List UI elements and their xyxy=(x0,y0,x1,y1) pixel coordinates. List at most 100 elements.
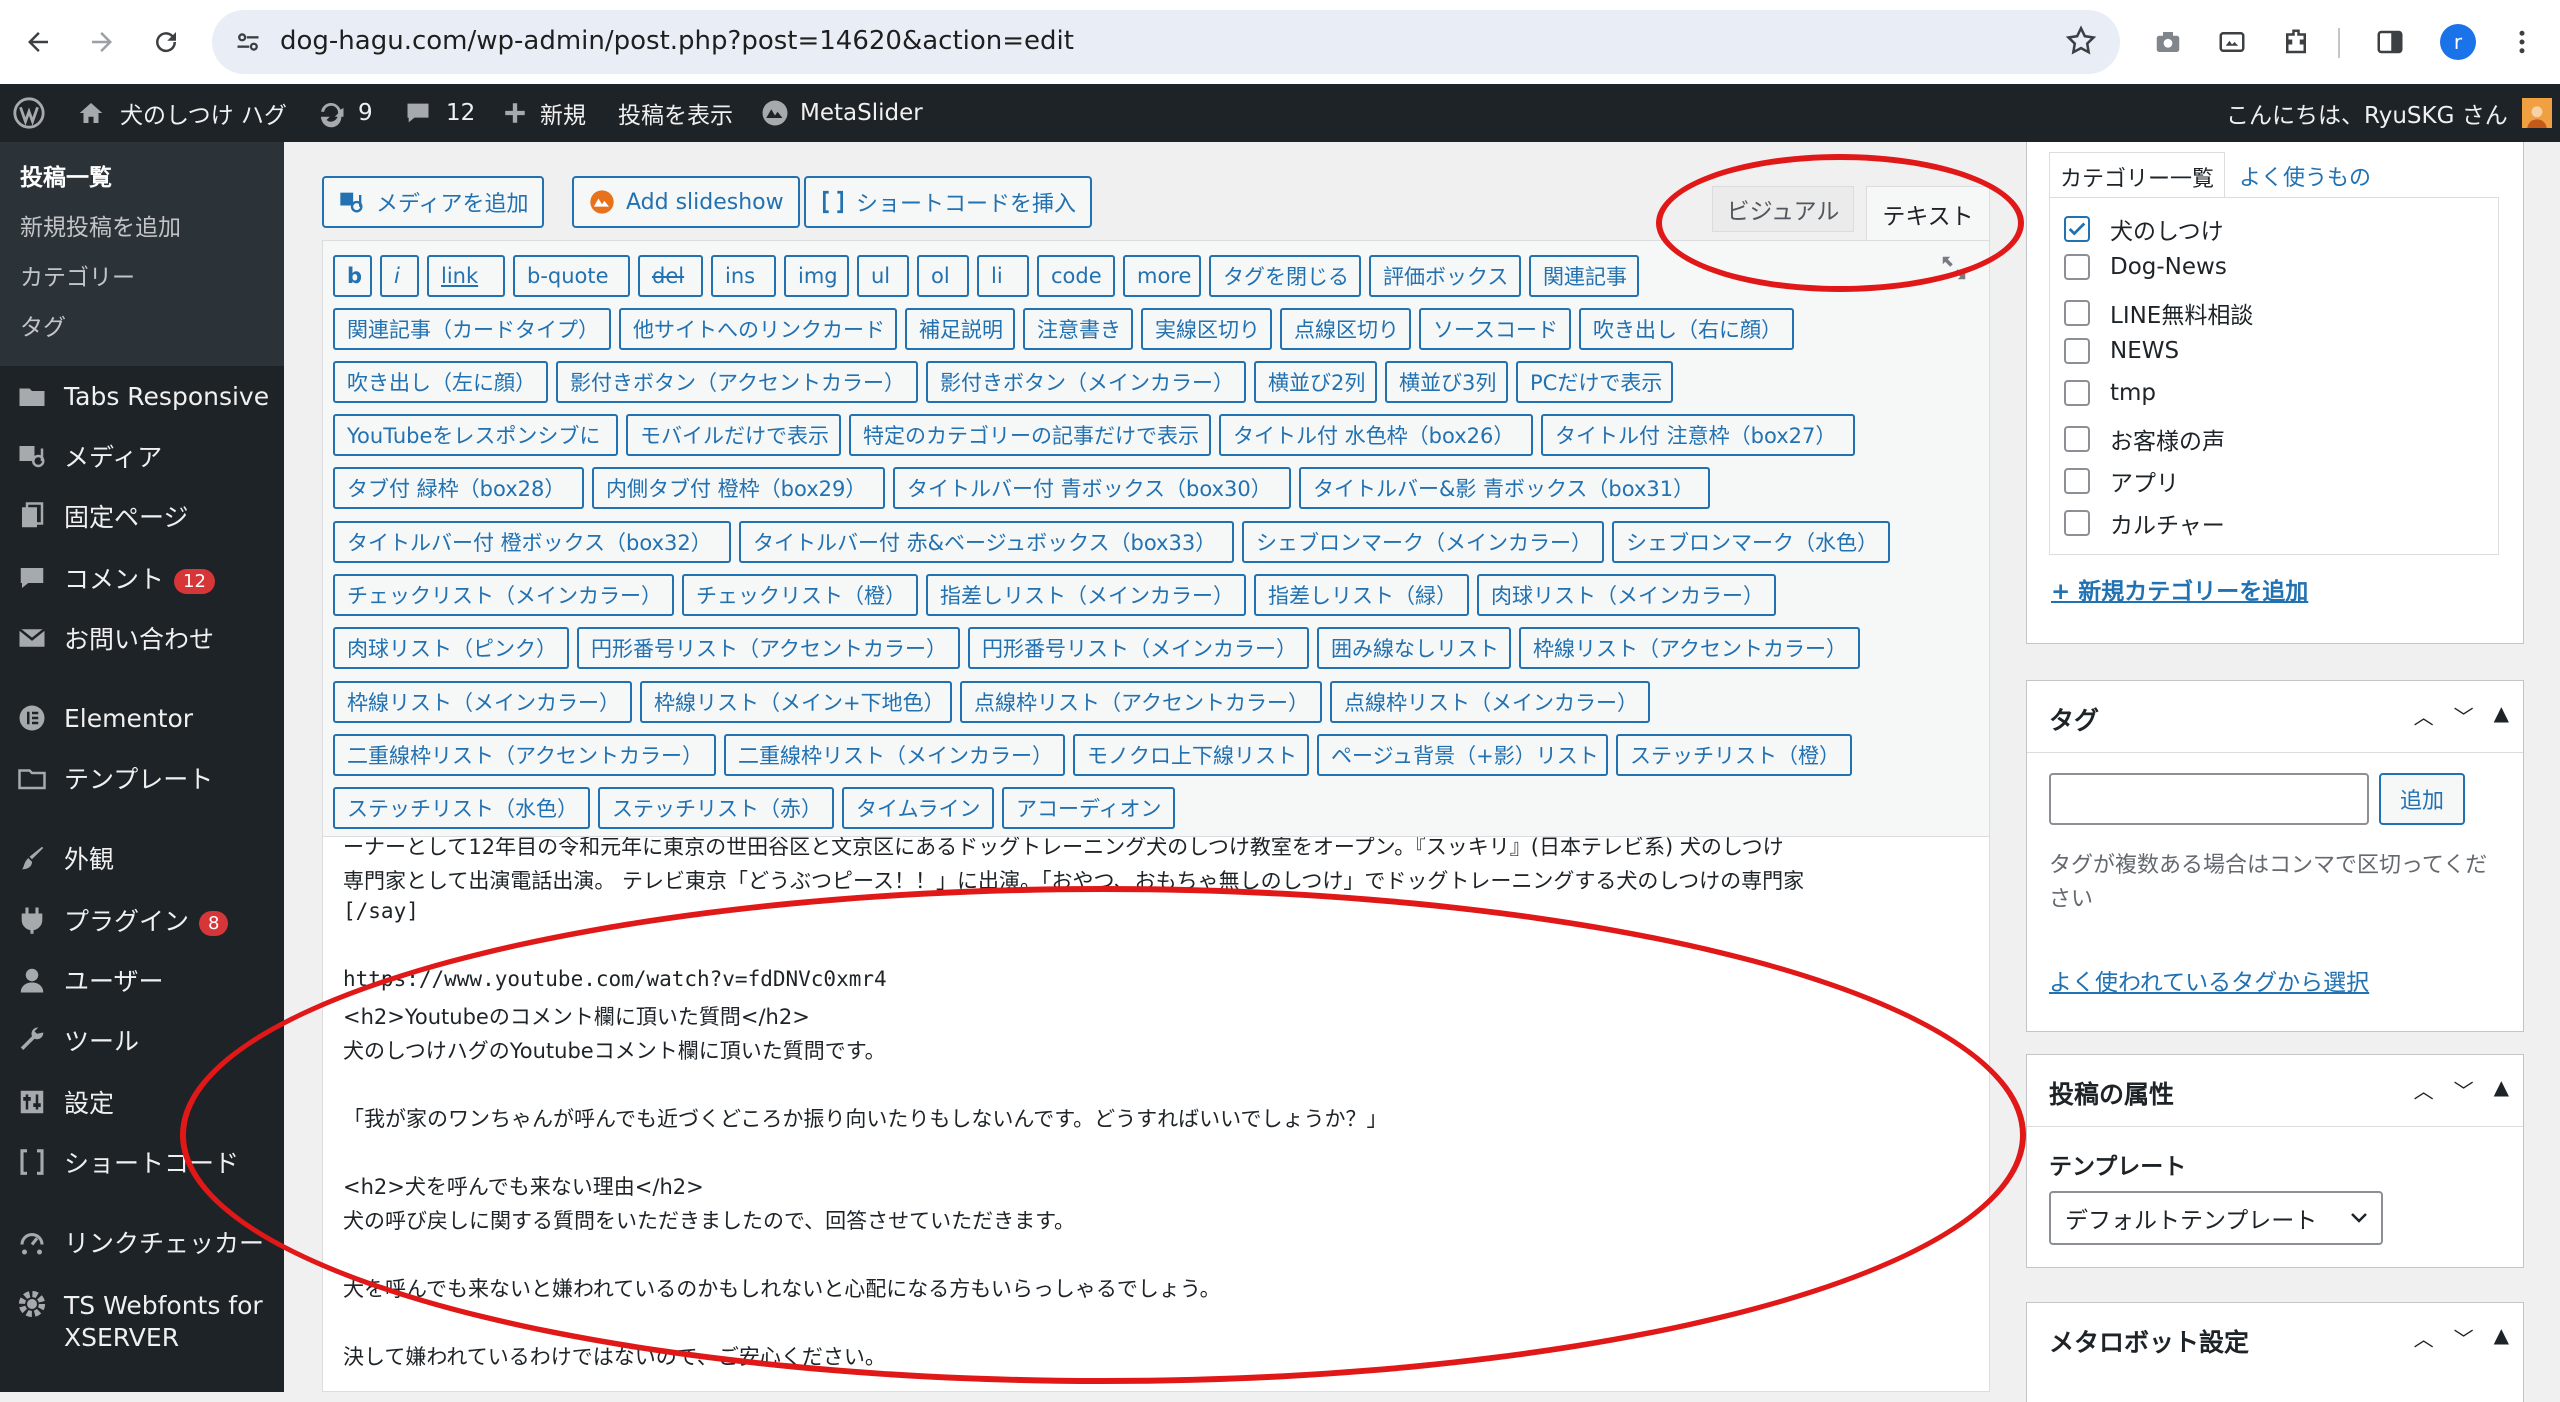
new-content-item[interactable]: 新規 xyxy=(502,84,586,142)
sidebar-item-contact[interactable]: お問い合わせ xyxy=(0,610,284,666)
category-item[interactable]: カルチャー xyxy=(2064,506,2225,540)
quicktag-button[interactable]: i xyxy=(380,255,419,297)
updates-item[interactable]: 9 xyxy=(316,84,373,142)
category-checkbox[interactable] xyxy=(2064,426,2090,452)
quicktag-button[interactable]: タグを閉じる xyxy=(1209,255,1361,297)
tab-all-categories[interactable]: カテゴリー一覧 xyxy=(2049,152,2226,198)
add-media-button[interactable]: メディアを追加 xyxy=(322,176,545,228)
quicktag-button[interactable]: 点線枠リスト（メインカラー） xyxy=(1330,681,1650,723)
quicktag-button[interactable]: 注意書き xyxy=(1023,308,1133,350)
quicktag-button[interactable]: 吹き出し（左に顔） xyxy=(333,361,548,403)
side-panel-icon[interactable] xyxy=(2368,20,2412,64)
quicktag-button[interactable]: b-quote xyxy=(513,255,630,297)
quicktag-button[interactable]: ol xyxy=(917,255,969,297)
quicktag-button[interactable]: チェックリスト（メインカラー） xyxy=(333,574,674,616)
site-info-icon[interactable] xyxy=(234,28,262,60)
add-tag-button[interactable]: 追加 xyxy=(2379,773,2465,825)
quicktag-button[interactable]: シェブロンマーク（水色） xyxy=(1612,521,1890,563)
quicktag-button[interactable]: タイムライン xyxy=(842,787,994,829)
quicktag-button[interactable]: 実線区切り xyxy=(1141,308,1272,350)
move-up-icon[interactable]: ︿ xyxy=(2414,1323,2434,1352)
quicktag-button[interactable]: ステッチリスト（橙） xyxy=(1616,734,1852,776)
quicktag-button[interactable]: タイトル付 水色枠（box26） xyxy=(1219,414,1533,456)
quicktag-button[interactable]: 評価ボックス xyxy=(1369,255,1521,297)
sidebar-item-link-checker[interactable]: リンクチェッカー xyxy=(0,1214,284,1270)
url-text[interactable]: dog-hagu.com/wp-admin/post.php?post=1462… xyxy=(280,26,1074,56)
quicktag-button[interactable]: タイトルバー付 橙ボックス（box32） xyxy=(333,521,731,563)
move-down-icon[interactable]: ﹀ xyxy=(2454,1323,2474,1352)
quicktag-button[interactable]: 指差しリスト（緑） xyxy=(1254,574,1469,616)
quicktag-button[interactable]: ページュ背景（+影）リスト xyxy=(1317,734,1608,776)
sidebar-item-media[interactable]: メディア xyxy=(0,428,284,484)
quicktag-button[interactable]: 補足説明 xyxy=(905,308,1015,350)
media-router-icon[interactable] xyxy=(2210,20,2254,64)
sidebar-item-pages[interactable]: 固定ページ xyxy=(0,488,284,544)
quicktag-button[interactable]: 横並び3列 xyxy=(1385,361,1508,403)
my-account-item[interactable]: こんにちは、RyuSKG さん xyxy=(2226,84,2552,142)
move-up-icon[interactable]: ︿ xyxy=(2414,701,2434,730)
quicktag-button[interactable]: アコーディオン xyxy=(1002,787,1175,829)
quicktag-button[interactable]: 円形番号リスト（メインカラー） xyxy=(968,627,1309,669)
category-item[interactable]: LINE無料相談 xyxy=(2064,296,2253,330)
metaslider-item[interactable]: MetaSlider xyxy=(760,84,923,142)
quicktag-button[interactable]: 関連記事 xyxy=(1529,255,1639,297)
quicktag-button[interactable]: 点線枠リスト（アクセントカラー） xyxy=(960,681,1322,723)
insert-shortcode-button[interactable]: ショートコードを挿入 xyxy=(804,176,1093,228)
quicktag-button[interactable]: link xyxy=(427,255,505,297)
tag-input[interactable] xyxy=(2049,773,2369,825)
sidebar-item-plugins[interactable]: プラグイン 8 xyxy=(0,892,284,948)
tab-text[interactable]: テキスト xyxy=(1866,186,1990,242)
category-item[interactable]: tmp xyxy=(2064,380,2156,406)
submenu-all-posts[interactable]: 投稿一覧 xyxy=(20,158,112,192)
profile-avatar[interactable]: r xyxy=(2440,24,2476,60)
fullscreen-icon[interactable] xyxy=(1939,253,1969,287)
toggle-panel-icon[interactable]: ▲ xyxy=(2494,701,2509,730)
site-name-item[interactable]: 犬のしつけ ハグ xyxy=(76,84,287,142)
submenu-tags[interactable]: タグ xyxy=(20,308,66,342)
category-checkbox[interactable] xyxy=(2064,216,2090,242)
category-item[interactable]: 犬のしつけ xyxy=(2064,212,2224,246)
quicktag-button[interactable]: 指差しリスト（メインカラー） xyxy=(926,574,1246,616)
add-slideshow-button[interactable]: Add slideshow xyxy=(572,176,800,228)
sidebar-item-ts-webfonts[interactable]: TS Webfonts for XSERVER xyxy=(0,1276,284,1360)
move-down-icon[interactable]: ﹀ xyxy=(2454,1075,2474,1104)
quicktag-button[interactable]: del xyxy=(638,255,703,297)
more-menu-icon[interactable] xyxy=(2500,20,2544,64)
quicktag-button[interactable]: more xyxy=(1123,255,1201,297)
view-post-item[interactable]: 投稿を表示 xyxy=(618,84,733,142)
quicktag-button[interactable]: 横並び2列 xyxy=(1254,361,1377,403)
quicktag-button[interactable]: 関連記事（カードタイプ） xyxy=(333,308,611,350)
sidebar-item-users[interactable]: ユーザー xyxy=(0,952,284,1008)
sidebar-item-elementor[interactable]: Elementor xyxy=(0,690,284,746)
quicktag-button[interactable]: モバイルだけで表示 xyxy=(626,414,841,456)
category-checkbox[interactable] xyxy=(2064,468,2090,494)
quicktag-button[interactable]: タイトルバー付 青ボックス（box30） xyxy=(893,467,1291,509)
quicktag-button[interactable]: タイトルバー付 赤&ベージュボックス（box33） xyxy=(739,521,1234,563)
extensions-icon[interactable] xyxy=(2274,20,2318,64)
quicktag-button[interactable]: タイトル付 注意枠（box27） xyxy=(1541,414,1855,456)
quicktag-button[interactable]: ul xyxy=(857,255,909,297)
quicktag-button[interactable]: 影付きボタン（アクセントカラー） xyxy=(556,361,918,403)
quicktag-button[interactable]: 肉球リスト（ピンク） xyxy=(333,627,569,669)
sidebar-item-comments[interactable]: コメント 12 xyxy=(0,550,284,606)
sidebar-item-tools[interactable]: ツール xyxy=(0,1012,284,1068)
quicktag-button[interactable]: 点線区切り xyxy=(1280,308,1411,350)
category-checkbox[interactable] xyxy=(2064,380,2090,406)
submenu-categories[interactable]: カテゴリー xyxy=(20,258,135,292)
choose-popular-tags-link[interactable]: よく使われているタグから選択 xyxy=(2049,963,2369,997)
quicktag-button[interactable]: 囲み線なしリスト xyxy=(1317,627,1511,669)
quicktag-button[interactable]: 他サイトへのリンクカード xyxy=(619,308,897,350)
quicktag-button[interactable]: li xyxy=(977,255,1029,297)
category-item[interactable]: NEWS xyxy=(2064,338,2179,364)
quicktag-button[interactable]: シェブロンマーク（メインカラー） xyxy=(1242,521,1604,563)
quicktag-button[interactable]: モノクロ上下線リスト xyxy=(1073,734,1309,776)
quicktag-button[interactable]: 二重線枠リスト（メインカラー） xyxy=(724,734,1065,776)
quicktag-button[interactable]: ソースコード xyxy=(1419,308,1571,350)
quicktag-button[interactable]: code xyxy=(1037,255,1115,297)
tab-visual[interactable]: ビジュアル xyxy=(1712,186,1854,232)
quicktag-button[interactable]: b xyxy=(333,255,372,297)
quicktag-button[interactable]: タイトルバー&影 青ボックス（box31） xyxy=(1299,467,1710,509)
category-checkbox[interactable] xyxy=(2064,338,2090,364)
toggle-panel-icon[interactable]: ▲ xyxy=(2494,1075,2509,1104)
category-item[interactable]: お客様の声 xyxy=(2064,422,2225,456)
